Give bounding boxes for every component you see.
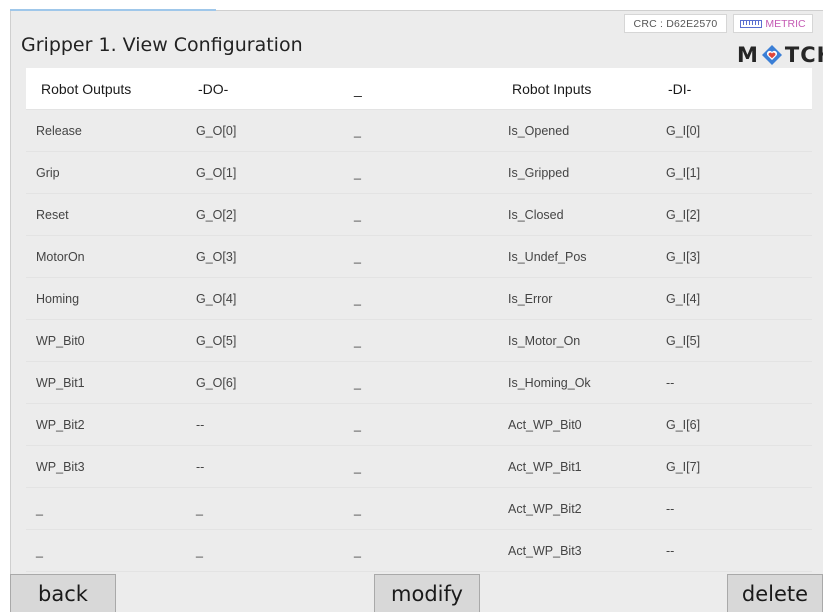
di-address-cell: G_I[2] [666,207,701,222]
di-address-cell: -- [666,543,675,558]
io-config-table: Robot Outputs -DO- _ Robot Inputs -DI- R… [26,68,812,572]
table-header-row: Robot Outputs -DO- _ Robot Inputs -DI- [26,68,812,110]
do-address-cell: G_O[1] [196,165,237,180]
input-name-cell: Is_Homing_Ok [508,375,591,390]
di-address-cell: G_I[0] [666,123,701,138]
separator-cell: _ [354,459,361,474]
di-address-cell: G_I[1] [666,165,701,180]
do-address-cell: G_O[4] [196,291,237,306]
metric-badge: METRIC [733,14,813,33]
logo-text-left: M [737,43,759,67]
input-name-cell: Is_Closed [508,207,564,222]
separator-cell: _ [354,333,361,348]
separator-cell: _ [354,249,361,264]
do-address-cell: _ [196,501,203,516]
separator-cell: _ [354,543,361,558]
separator-cell: _ [354,123,361,138]
table-row[interactable]: WP_Bit0 G_O[5] _ Is_Motor_On G_I[5] [26,320,812,362]
logo-text-right: TCH [784,43,823,67]
separator-cell: _ [354,207,361,222]
di-address-cell: G_I[3] [666,249,701,264]
do-address-cell: -- [196,417,205,432]
output-name-cell: Homing [36,291,80,306]
header-robot-outputs: Robot Outputs [41,80,132,97]
do-address-cell: _ [196,543,203,558]
input-name-cell: Is_Error [508,291,553,306]
header-do: -DO- [198,80,229,97]
output-name-cell: WP_Bit3 [36,459,85,474]
di-address-cell: G_I[6] [666,417,701,432]
table-row[interactable]: WP_Bit3 -- _ Act_WP_Bit1 G_I[7] [26,446,812,488]
separator-cell: _ [354,375,361,390]
motch-logo: M TCH [737,41,823,69]
tab-accent-line [10,9,216,11]
separator-cell: _ [354,501,361,516]
back-button[interactable]: back [10,574,116,612]
heart-diamond-icon [761,45,782,65]
do-address-cell: -- [196,459,205,474]
di-address-cell: G_I[7] [666,459,701,474]
di-address-cell: -- [666,375,675,390]
table-row[interactable]: Grip G_O[1] _ Is_Gripped G_I[1] [26,152,812,194]
output-name-cell: WP_Bit1 [36,375,85,390]
metric-label: METRIC [765,17,806,30]
table-row[interactable]: MotorOn G_O[3] _ Is_Undef_Pos G_I[3] [26,236,812,278]
input-name-cell: Act_WP_Bit1 [508,459,582,474]
table-row[interactable]: Reset G_O[2] _ Is_Closed G_I[2] [26,194,812,236]
output-name-cell: WP_Bit0 [36,333,85,348]
page-title: Gripper 1. View Configuration [21,34,303,56]
do-address-cell: G_O[3] [196,249,237,264]
input-name-cell: Act_WP_Bit0 [508,417,582,432]
ruler-icon [740,19,763,28]
header-di: -DI- [668,80,692,97]
table-row[interactable]: Homing G_O[4] _ Is_Error G_I[4] [26,278,812,320]
input-name-cell: Is_Opened [508,123,570,138]
table-row[interactable]: _ _ _ Act_WP_Bit2 -- [26,488,812,530]
table-row[interactable]: Release G_O[0] _ Is_Opened G_I[0] [26,110,812,152]
do-address-cell: G_O[6] [196,375,237,390]
input-name-cell: Is_Motor_On [508,333,581,348]
header-robot-inputs: Robot Inputs [512,80,592,97]
table-row[interactable]: _ _ _ Act_WP_Bit3 -- [26,530,812,572]
delete-button[interactable]: delete [727,574,823,612]
output-name-cell: Reset [36,207,69,222]
output-name-cell: Grip [36,165,60,180]
input-name-cell: Is_Gripped [508,165,570,180]
separator-cell: _ [354,417,361,432]
input-name-cell: Act_WP_Bit2 [508,501,582,516]
modify-button[interactable]: modify [374,574,480,612]
di-address-cell: G_I[5] [666,333,701,348]
header-separator: _ [354,80,362,97]
output-name-cell: _ [36,501,43,516]
output-name-cell: _ [36,543,43,558]
separator-cell: _ [354,291,361,306]
output-name-cell: WP_Bit2 [36,417,85,432]
input-name-cell: Is_Undef_Pos [508,249,587,264]
di-address-cell: -- [666,501,675,516]
output-name-cell: MotorOn [36,249,85,264]
input-name-cell: Act_WP_Bit3 [508,543,582,558]
table-row[interactable]: WP_Bit2 -- _ Act_WP_Bit0 G_I[6] [26,404,812,446]
do-address-cell: G_O[5] [196,333,237,348]
output-name-cell: Release [36,123,82,138]
crc-badge: CRC : D62E2570 [624,14,727,33]
do-address-cell: G_O[0] [196,123,237,138]
di-address-cell: G_I[4] [666,291,701,306]
do-address-cell: G_O[2] [196,207,237,222]
separator-cell: _ [354,165,361,180]
table-row[interactable]: WP_Bit1 G_O[6] _ Is_Homing_Ok -- [26,362,812,404]
